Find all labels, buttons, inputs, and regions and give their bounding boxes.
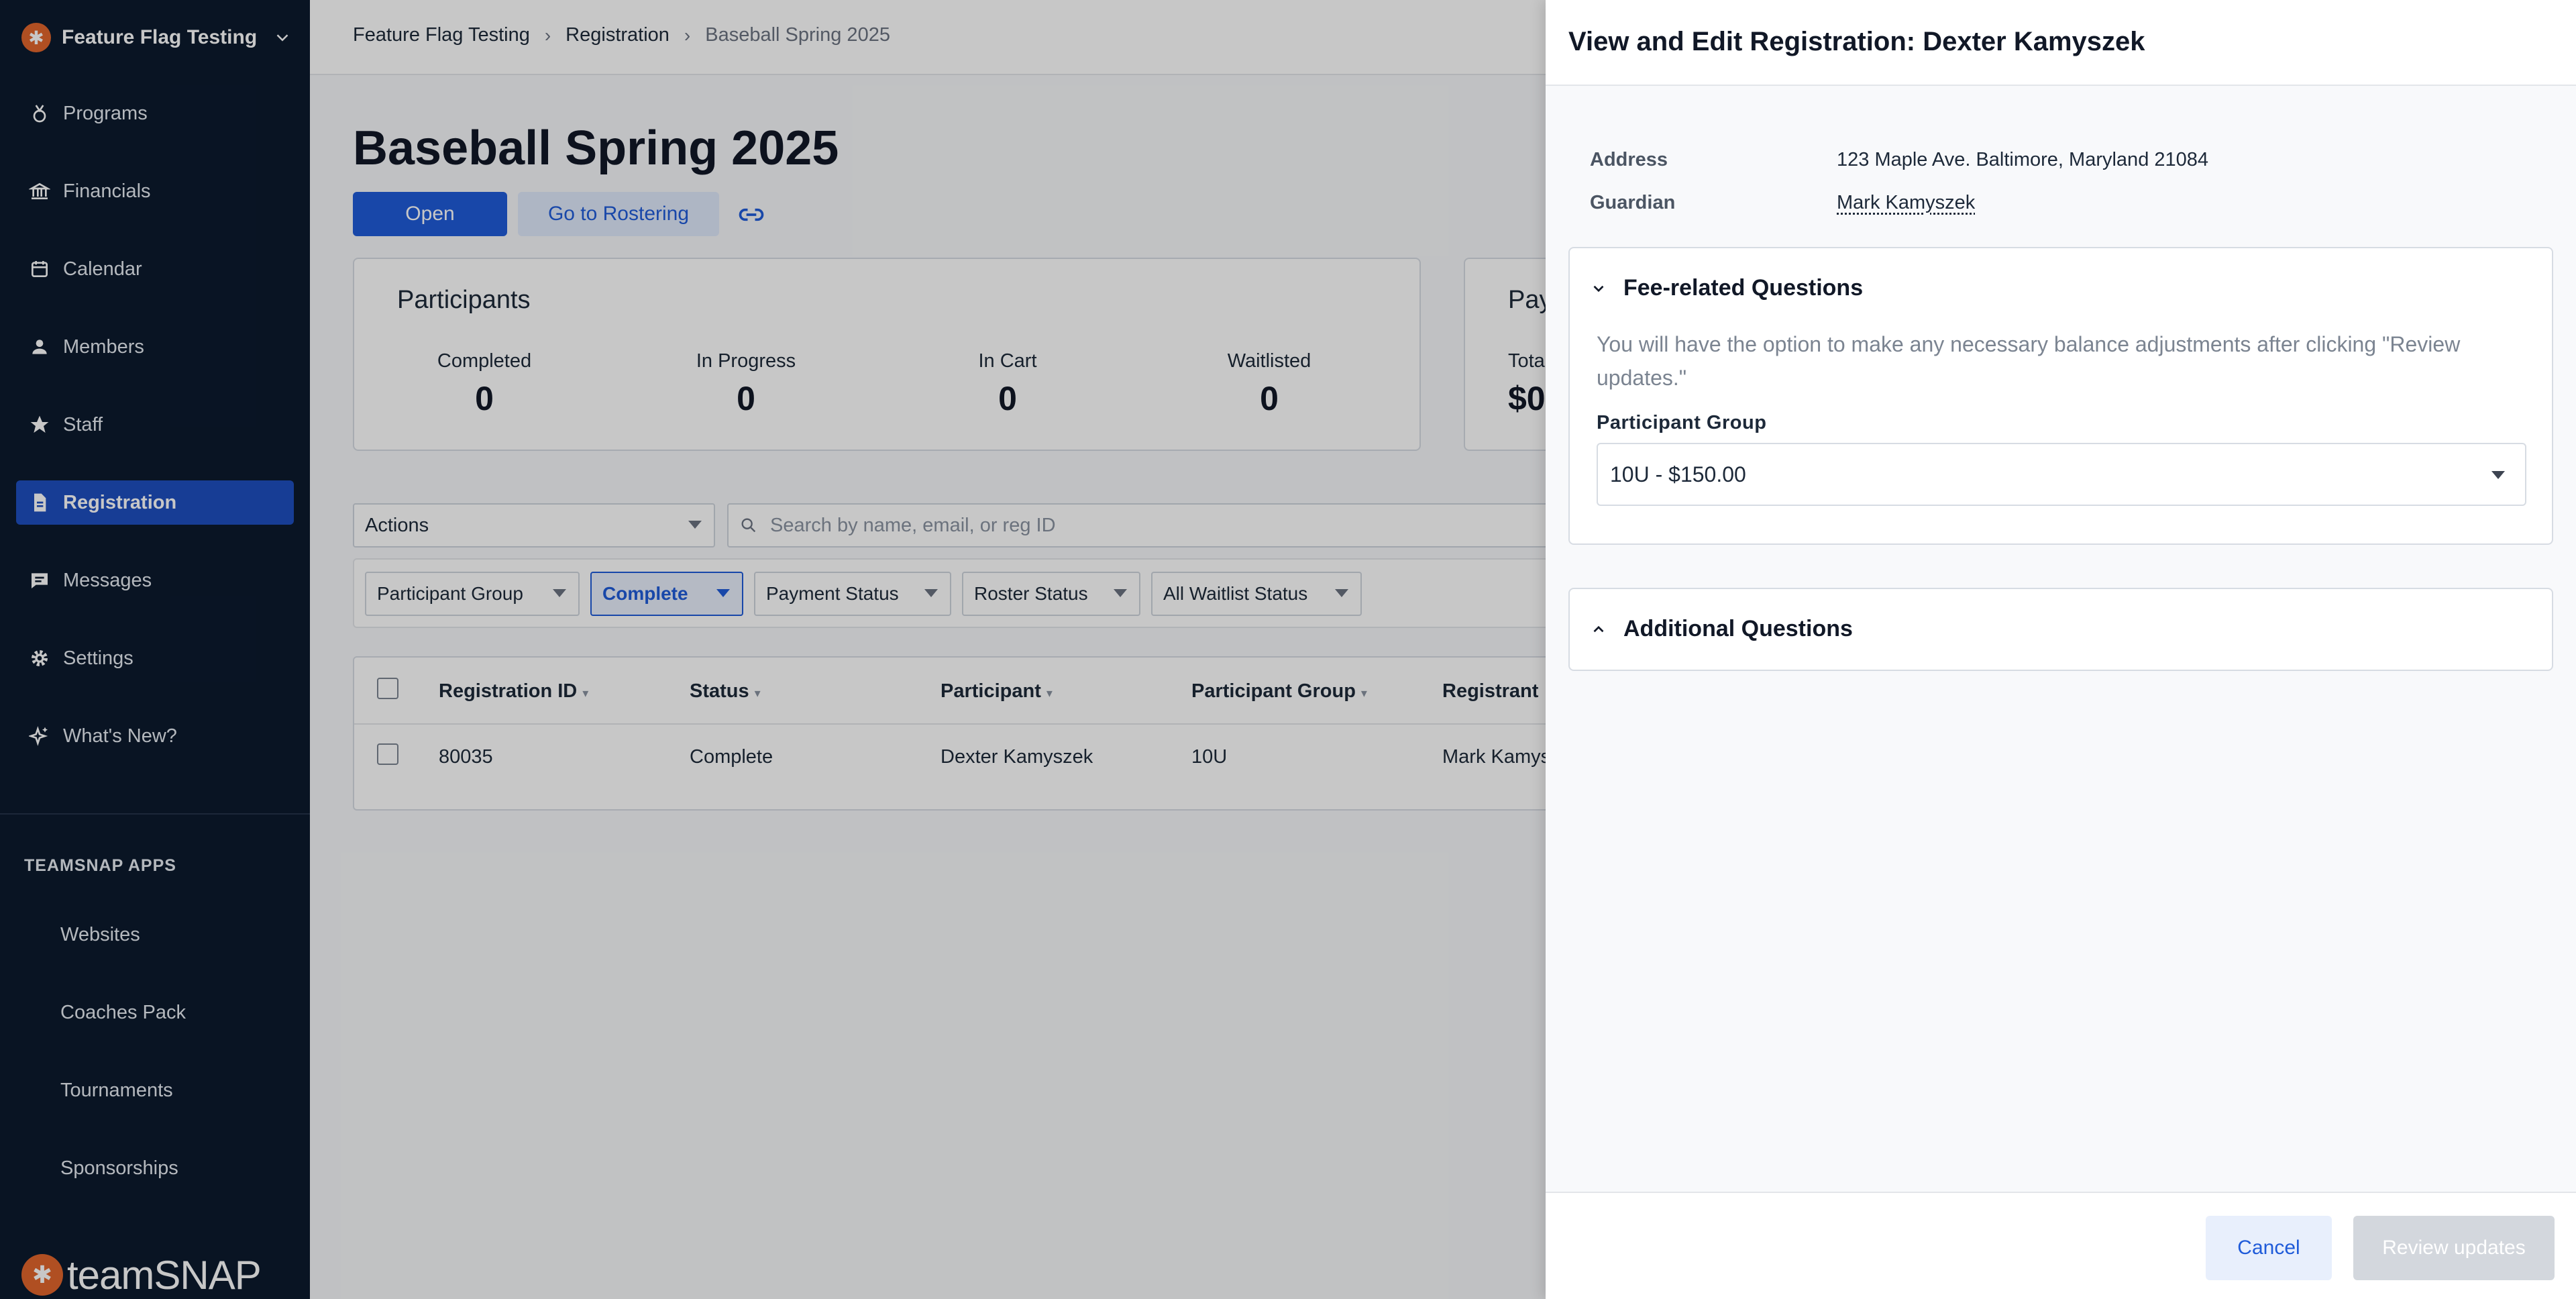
- fee-section-title: Fee-related Questions: [1623, 275, 1864, 301]
- fee-questions-section: Fee-related Questions You will have the …: [1568, 247, 2553, 545]
- review-updates-button[interactable]: Review updates: [2353, 1216, 2555, 1280]
- additional-section-toggle[interactable]: Additional Questions: [1590, 616, 1853, 642]
- chevron-up-icon: [1593, 625, 1604, 632]
- address-value: 123 Maple Ave. Baltimore, Maryland 21084: [1837, 149, 2209, 170]
- modal-backdrop[interactable]: [0, 0, 1546, 1299]
- cancel-button[interactable]: Cancel: [2206, 1216, 2332, 1280]
- drawer-header: View and Edit Registration: Dexter Kamys…: [1546, 0, 2576, 86]
- participant-group-select[interactable]: 10U - $150.00: [1597, 443, 2526, 506]
- guardian-label: Guardian: [1590, 192, 1676, 213]
- additional-section-title: Additional Questions: [1623, 616, 1853, 641]
- select-value: 10U - $150.00: [1610, 462, 1746, 486]
- drawer-footer: Cancel Review updates: [1546, 1192, 2576, 1299]
- edit-registration-drawer: View and Edit Registration: Dexter Kamys…: [1546, 0, 2576, 1299]
- guardian-row: Guardian Mark Kamyszek: [1590, 192, 1975, 214]
- fee-hint-text: You will have the option to make any nec…: [1597, 332, 2461, 390]
- chevron-down-icon: [1593, 285, 1604, 292]
- address-row: Address 123 Maple Ave. Baltimore, Maryla…: [1590, 149, 2208, 171]
- caret-down-icon: [2491, 471, 2505, 479]
- additional-questions-section: Additional Questions: [1568, 588, 2553, 671]
- fee-section-toggle[interactable]: Fee-related Questions: [1590, 275, 1863, 301]
- address-label: Address: [1590, 149, 1668, 170]
- guardian-link[interactable]: Mark Kamyszek: [1837, 192, 1975, 214]
- participant-group-label: Participant Group: [1597, 412, 1767, 433]
- drawer-title: View and Edit Registration: Dexter Kamys…: [1568, 27, 2145, 56]
